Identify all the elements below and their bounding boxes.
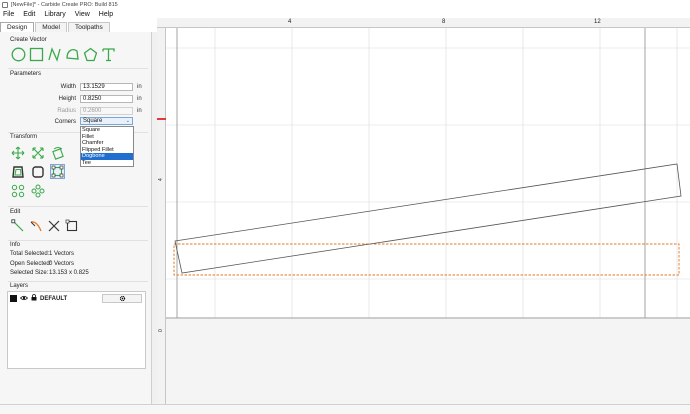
trim-icon[interactable]	[28, 218, 43, 233]
polyline-tool-icon[interactable]	[64, 46, 80, 62]
edit-title: Edit	[10, 209, 21, 215]
pattern-icon[interactable]	[30, 183, 45, 198]
eye-icon[interactable]	[19, 295, 29, 303]
layer-row[interactable]: DEFAULT	[10, 294, 144, 303]
mode-tabs: Design Model Toolpaths	[0, 22, 111, 32]
ruler-label-4: 4	[288, 19, 292, 25]
corners-select[interactable]: Square ⌄	[80, 117, 133, 125]
chevron-down-icon: ⌄	[125, 118, 130, 124]
radius-label: Radius	[57, 108, 76, 114]
open-selected-value: 0 Vectors	[49, 261, 75, 267]
layer-color-swatch[interactable]	[10, 295, 17, 302]
move-icon[interactable]	[10, 145, 25, 160]
curve-tool-icon[interactable]	[46, 46, 62, 62]
total-selected-label: Total Selected:	[10, 251, 50, 257]
create-vector-title: Create Vector	[10, 37, 47, 43]
corners-dropdown: Square Fillet Chamfer Flipped Fillet Dog…	[80, 126, 134, 167]
layer-name: DEFAULT	[40, 295, 68, 302]
canvas-drawing	[166, 28, 690, 404]
width-label: Width	[60, 84, 76, 90]
circle-tool-icon[interactable]	[10, 46, 26, 62]
menu-edit[interactable]: Edit	[23, 11, 35, 18]
menu-help[interactable]: Help	[99, 11, 113, 18]
lock-icon[interactable]	[31, 294, 37, 303]
height-label: Height	[58, 96, 76, 102]
corners-selected-value: Square	[83, 118, 103, 124]
radius-field[interactable]: 0.2600	[80, 107, 133, 115]
tab-toolpaths[interactable]: Toolpaths	[67, 22, 110, 32]
transform-title: Transform	[10, 134, 38, 140]
align-icon[interactable]	[10, 183, 25, 198]
design-canvas[interactable]: 4 8 12 4 0	[157, 18, 690, 404]
rectangle-tool-icon[interactable]	[28, 46, 44, 62]
cut-icon[interactable]	[46, 218, 61, 233]
ruler-label-12: 12	[594, 19, 601, 25]
horizontal-ruler: 4 8 12	[157, 18, 690, 28]
offset-icon[interactable]	[10, 164, 25, 179]
menu-library[interactable]: Library	[44, 11, 65, 18]
status-strip	[0, 404, 690, 414]
rotate-icon[interactable]	[50, 145, 65, 160]
ruler-label-v0: 0	[158, 329, 164, 332]
node-edit-icon[interactable]	[50, 164, 65, 179]
tab-model[interactable]: Model	[35, 22, 67, 32]
layers-list: DEFAULT	[7, 291, 146, 369]
gear-icon	[119, 295, 125, 302]
width-field[interactable]: 13.1529	[80, 83, 133, 91]
fillet-icon[interactable]	[30, 164, 45, 179]
polygon-tool-icon[interactable]	[82, 46, 98, 62]
width-unit: in	[137, 84, 142, 90]
layers-title: Layers	[10, 283, 29, 289]
node-select-icon[interactable]	[10, 218, 25, 233]
app-icon	[2, 1, 8, 8]
tab-design[interactable]: Design	[0, 22, 35, 32]
ruler-label-v4: 4	[158, 178, 164, 181]
scale-icon[interactable]	[30, 145, 45, 160]
menu-view[interactable]: View	[75, 11, 90, 18]
selected-size-value: 13.153 x 0.825	[49, 270, 89, 276]
selected-size-label: Selected Size:	[10, 270, 49, 276]
text-tool-icon[interactable]	[100, 46, 116, 62]
height-field[interactable]: 0.8250	[80, 95, 133, 103]
title-bar: [NewFile]* - Carbide Create PRO: Build 8…	[0, 0, 690, 9]
layer-settings-button[interactable]	[102, 294, 142, 303]
height-unit: in	[137, 96, 142, 102]
open-selected-label: Open Selected:	[10, 261, 52, 267]
ruler-position-marker	[157, 118, 166, 120]
menu-file[interactable]: File	[3, 11, 14, 18]
info-title: Info	[10, 242, 21, 248]
corners-option-tee[interactable]: Tee	[81, 160, 133, 167]
corners-label: Corners	[54, 119, 76, 125]
radius-unit: in	[137, 108, 142, 114]
ruler-label-8: 8	[442, 19, 446, 25]
parameters-title: Parameters	[10, 71, 42, 77]
total-selected-value: 1 Vectors	[49, 251, 75, 257]
vertical-ruler: 4 0	[157, 28, 166, 404]
window-title: [NewFile]* - Carbide Create PRO: Build 8…	[11, 1, 118, 8]
join-icon[interactable]	[64, 218, 79, 233]
